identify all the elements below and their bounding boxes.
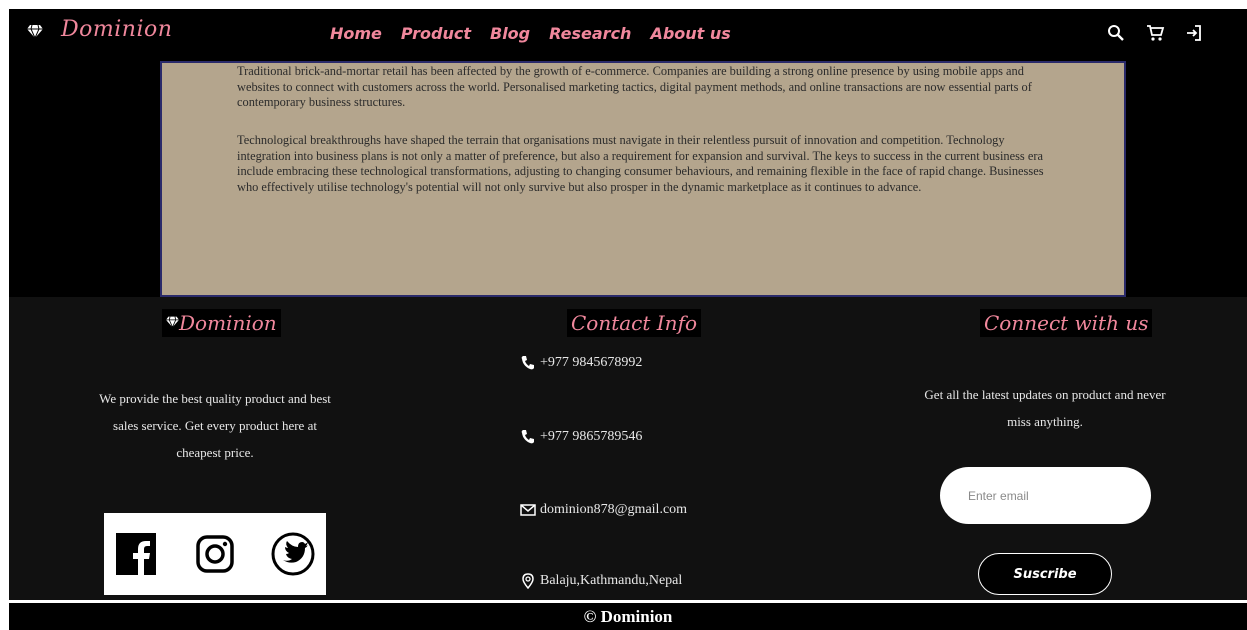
- footer-brand-label: Dominion: [179, 311, 277, 335]
- main-menu: Home Product Blog Research About us: [330, 24, 731, 43]
- address: Balaju,Kathmandu,Nepal: [540, 573, 683, 588]
- page-frame: Dominion Home Product Blog Research Abou…: [9, 9, 1247, 630]
- contact-title: Contact Info: [567, 309, 702, 337]
- social-links: [104, 513, 326, 595]
- phone-line-1: +977 9845678992: [520, 355, 642, 371]
- nav-research[interactable]: Research: [549, 24, 631, 43]
- article-paragraph: Technological breakthroughs have shaped …: [237, 133, 1044, 194]
- nav-home[interactable]: Home: [330, 24, 382, 43]
- search-icon[interactable]: [1106, 23, 1126, 43]
- article-paragraph: Traditional brick-and-mortar retail has …: [237, 64, 1032, 110]
- phone-number: +977 9845678992: [540, 355, 643, 370]
- navbar: Dominion Home Product Blog Research Abou…: [9, 9, 1247, 59]
- footer: Dominion We provide the best quality pro…: [9, 297, 1247, 600]
- instagram-icon[interactable]: [192, 531, 238, 577]
- nav-about-us[interactable]: About us: [650, 24, 730, 43]
- phone-icon: [521, 356, 534, 370]
- copyright: © Dominion: [583, 607, 673, 626]
- footer-divider: [9, 600, 1247, 603]
- diamond-icon: [27, 24, 43, 39]
- address-line: Balaju,Kathmandu,Nepal: [520, 573, 682, 589]
- email-address[interactable]: dominion878@gmail.com: [540, 502, 687, 518]
- email-line: dominion878@gmail.com: [520, 502, 687, 518]
- phone-line-2: +977 9865789546: [520, 429, 642, 445]
- cart-icon[interactable]: [1145, 23, 1165, 43]
- facebook-icon[interactable]: [114, 531, 160, 577]
- mail-icon: [520, 504, 536, 516]
- phone-icon: [521, 430, 534, 444]
- nav-blog[interactable]: Blog: [490, 24, 530, 43]
- location-pin-icon: [522, 573, 534, 589]
- article-section: Traditional brick-and-mortar retail has …: [160, 61, 1126, 297]
- phone-number: +977 9865789546: [540, 429, 643, 444]
- brand-logo[interactable]: Dominion: [61, 17, 172, 42]
- nav-product[interactable]: Product: [401, 24, 471, 43]
- connect-title: Connect with us: [980, 309, 1153, 337]
- login-icon[interactable]: [1184, 23, 1204, 43]
- footer-brand-title: Dominion: [162, 309, 281, 337]
- about-text: We provide the best quality product and …: [99, 391, 331, 460]
- subscribe-button[interactable]: Suscribe: [978, 553, 1112, 595]
- connect-text: Get all the latest updates on product an…: [924, 387, 1166, 429]
- twitter-icon[interactable]: [270, 531, 316, 577]
- diamond-icon: [166, 316, 179, 329]
- email-input[interactable]: [940, 467, 1151, 524]
